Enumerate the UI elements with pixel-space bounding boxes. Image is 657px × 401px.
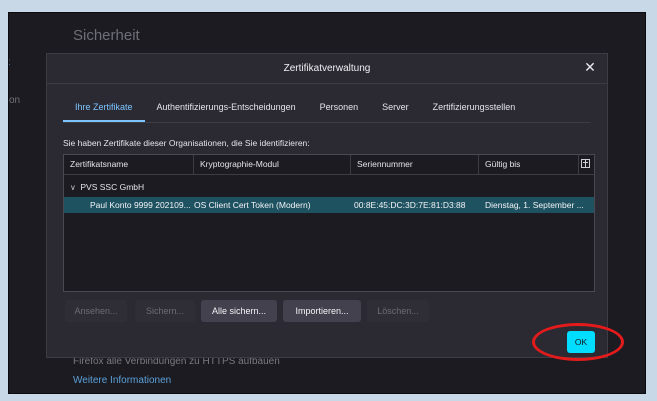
group-name: PVS SSC GmbH xyxy=(80,182,145,192)
column-header-valid-until[interactable]: Gültig bis xyxy=(479,155,579,174)
import-button[interactable]: Importieren... xyxy=(283,300,361,322)
tab-authentication-decisions[interactable]: Authentifizierungs-Entscheidungen xyxy=(145,100,308,122)
column-header-serial[interactable]: Seriennummer xyxy=(351,155,479,174)
certificate-tree[interactable]: Zertifikatsname Kryptographie-Modul Seri… xyxy=(63,154,595,292)
section-title: Sicherheit xyxy=(73,27,140,44)
certificate-manager-dialog: Zertifikatverwaltung ✕ Ihre Zertifikate … xyxy=(46,53,608,358)
more-info-link[interactable]: Weitere Informationen xyxy=(73,375,171,386)
backup-button[interactable]: Sichern... xyxy=(135,300,195,322)
delete-button[interactable]: Löschen... xyxy=(367,300,429,322)
cell-valid-until: Dienstag, 1. September ... xyxy=(485,200,584,210)
dialog-title: Zertifikatverwaltung xyxy=(47,54,607,84)
close-icon[interactable]: ✕ xyxy=(583,60,597,74)
tab-divider xyxy=(63,122,591,123)
description-text: Sie haben Zertifikate dieser Organisatio… xyxy=(63,138,310,148)
tab-people[interactable]: Personen xyxy=(308,100,371,122)
backup-all-button[interactable]: Alle sichern... xyxy=(201,300,277,322)
tab-bar: Ihre Zertifikate Authentifizierungs-Ents… xyxy=(63,100,527,122)
view-button[interactable]: Ansehen... xyxy=(65,300,127,322)
ok-button[interactable]: OK xyxy=(567,331,595,353)
table-row[interactable]: Paul Konto 9999 202109... OS Client Cert… xyxy=(64,197,594,213)
column-picker-icon[interactable] xyxy=(581,159,590,168)
sidebar-fragment: x xyxy=(9,57,10,68)
sidebar-fragment: on xyxy=(9,95,21,106)
cell-module: OS Client Cert Token (Modern) xyxy=(194,200,311,210)
column-header-name[interactable]: Zertifikatsname xyxy=(64,155,194,174)
cell-serial: 00:8E:45:DC:3D:7E:81:D3:88 xyxy=(354,200,466,210)
tab-your-certificates[interactable]: Ihre Zertifikate xyxy=(63,100,145,122)
tab-authorities[interactable]: Zertifizierungsstellen xyxy=(421,100,528,122)
tree-group-row[interactable]: ∨ PVS SSC GmbH xyxy=(64,179,594,195)
chevron-down-icon[interactable]: ∨ xyxy=(70,180,78,196)
tab-servers[interactable]: Server xyxy=(370,100,421,122)
column-header-module[interactable]: Kryptographie-Modul xyxy=(194,155,351,174)
cell-cert-name: Paul Konto 9999 202109... xyxy=(90,200,191,210)
table-header: Zertifikatsname Kryptographie-Modul Seri… xyxy=(64,155,594,175)
